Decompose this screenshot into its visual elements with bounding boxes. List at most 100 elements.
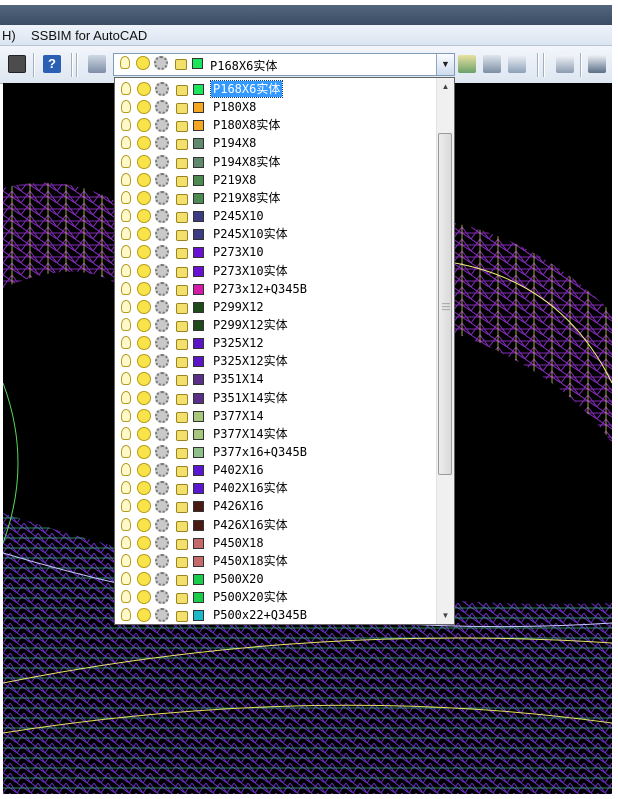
calculator-icon[interactable] — [8, 55, 26, 73]
copy-icon[interactable] — [556, 55, 574, 73]
gear-icon[interactable] — [155, 227, 169, 242]
gear-icon[interactable] — [155, 535, 169, 550]
layer-previous-icon[interactable] — [483, 55, 501, 73]
lightbulb-icon[interactable] — [121, 154, 131, 168]
gear-icon[interactable] — [155, 481, 169, 496]
layer-list-item[interactable]: P500X20实体 — [115, 588, 437, 606]
layer-list-item[interactable]: P194X8实体 — [115, 153, 437, 171]
layer-list-item[interactable]: P450X18实体 — [115, 552, 437, 570]
padlock-icon[interactable] — [176, 538, 188, 550]
layer-list-item[interactable]: P500x22+Q345B — [115, 606, 437, 624]
layer-list-item[interactable]: P219X8实体 — [115, 189, 437, 207]
sun-icon[interactable] — [137, 299, 151, 314]
sun-icon[interactable] — [137, 100, 151, 115]
sun-icon[interactable] — [137, 426, 151, 441]
padlock-icon[interactable] — [176, 429, 188, 441]
sun-icon[interactable] — [137, 390, 151, 405]
padlock-icon[interactable] — [176, 175, 188, 187]
lightbulb-icon[interactable] — [121, 517, 131, 531]
padlock-icon[interactable] — [176, 484, 188, 496]
lightbulb-icon[interactable] — [121, 499, 131, 513]
sun-icon[interactable] — [137, 190, 151, 205]
gear-icon[interactable] — [155, 263, 169, 278]
lightbulb-icon[interactable] — [121, 245, 131, 259]
layer-list-item[interactable]: P180X8 — [115, 98, 437, 116]
layer-list-item[interactable]: P450X18 — [115, 534, 437, 552]
gear-icon[interactable] — [155, 553, 169, 568]
lightbulb-icon[interactable] — [121, 408, 131, 422]
sun-icon[interactable] — [137, 336, 151, 351]
layer-list-item[interactable]: P194X8 — [115, 134, 437, 152]
gear-icon[interactable] — [155, 608, 169, 623]
menu-item-fragment[interactable]: H) — [2, 28, 16, 43]
padlock-icon[interactable] — [176, 611, 188, 623]
sun-icon[interactable] — [136, 56, 150, 70]
sun-icon[interactable] — [137, 572, 151, 587]
layer-list-item[interactable]: P299X12实体 — [115, 316, 437, 334]
lightbulb-icon[interactable] — [121, 317, 131, 331]
sun-icon[interactable] — [137, 408, 151, 423]
lightbulb-icon[interactable] — [121, 535, 131, 549]
padlock-icon[interactable] — [176, 248, 188, 260]
gear-icon[interactable] — [154, 56, 168, 70]
gear-icon[interactable] — [155, 354, 169, 369]
menu-item-ssbim[interactable]: SSBIM for AutoCAD — [31, 28, 147, 43]
layer-properties-icon[interactable] — [88, 55, 106, 73]
lightbulb-icon[interactable] — [121, 136, 131, 150]
scrollbar-thumb[interactable]: — — — — [438, 133, 452, 475]
padlock-icon[interactable] — [176, 302, 188, 314]
gear-icon[interactable] — [155, 100, 169, 115]
make-current-layer-icon[interactable] — [458, 55, 476, 73]
padlock-icon[interactable] — [176, 212, 188, 224]
lightbulb-icon[interactable] — [121, 190, 131, 204]
layer-list-item[interactable]: P500X20 — [115, 570, 437, 588]
sun-icon[interactable] — [137, 263, 151, 278]
lightbulb-icon[interactable] — [121, 263, 131, 277]
layer-list-item[interactable]: P351X14 — [115, 370, 437, 388]
sun-icon[interactable] — [137, 136, 151, 151]
padlock-icon[interactable] — [176, 193, 188, 205]
gear-icon[interactable] — [155, 245, 169, 260]
sun-icon[interactable] — [137, 227, 151, 242]
layer-list-item[interactable]: P273X10 — [115, 243, 437, 261]
gear-icon[interactable] — [155, 118, 169, 133]
lightbulb-icon[interactable] — [121, 100, 131, 114]
layer-list-item[interactable]: P377X14 — [115, 407, 437, 425]
layer-list-item[interactable]: P325X12 — [115, 334, 437, 352]
padlock-icon[interactable] — [176, 556, 188, 568]
sun-icon[interactable] — [137, 590, 151, 605]
gear-icon[interactable] — [155, 390, 169, 405]
lightbulb-icon[interactable] — [121, 572, 131, 586]
gear-icon[interactable] — [155, 317, 169, 332]
gear-icon[interactable] — [155, 281, 169, 296]
gear-icon[interactable] — [155, 426, 169, 441]
lightbulb-icon[interactable] — [121, 463, 131, 477]
gear-icon[interactable] — [155, 82, 169, 96]
padlock-icon[interactable] — [176, 157, 188, 169]
layer-list-item[interactable]: P219X8 — [115, 171, 437, 189]
help-icon[interactable]: ? — [43, 55, 61, 73]
sun-icon[interactable] — [137, 172, 151, 187]
layer-list-item[interactable]: P377x16+Q345B — [115, 443, 437, 461]
padlock-icon[interactable] — [176, 339, 188, 351]
gear-icon[interactable] — [155, 572, 169, 587]
lightbulb-icon[interactable] — [121, 281, 131, 295]
padlock-icon[interactable] — [176, 266, 188, 278]
gear-icon[interactable] — [155, 372, 169, 387]
lightbulb-icon[interactable] — [121, 82, 131, 95]
layer-list-item[interactable]: P168X6实体 — [115, 80, 437, 98]
padlock-icon[interactable] — [176, 375, 188, 387]
gear-icon[interactable] — [155, 136, 169, 151]
layer-list-item[interactable]: P180X8实体 — [115, 116, 437, 134]
gear-icon[interactable] — [155, 499, 169, 514]
lightbulb-icon[interactable] — [121, 118, 131, 132]
lightbulb-icon[interactable] — [121, 299, 131, 313]
lightbulb-icon[interactable] — [121, 336, 131, 350]
sun-icon[interactable] — [137, 553, 151, 568]
sun-icon[interactable] — [137, 118, 151, 133]
padlock-icon[interactable] — [176, 520, 188, 532]
gear-icon[interactable] — [155, 154, 169, 169]
gear-icon[interactable] — [155, 190, 169, 205]
gear-icon[interactable] — [155, 590, 169, 605]
padlock-icon[interactable] — [176, 139, 188, 151]
